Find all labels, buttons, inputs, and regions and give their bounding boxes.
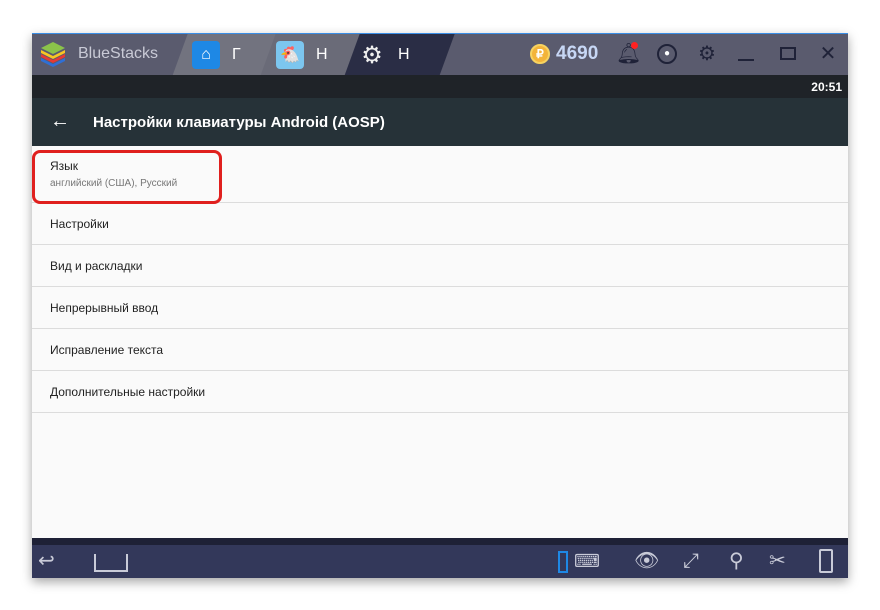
item-title: Настройки (50, 216, 109, 231)
list-item-settings[interactable]: Настройки (32, 203, 848, 245)
home-icon: ⌂ (192, 41, 220, 69)
scissors-icon[interactable]: ✂ (769, 550, 786, 572)
back-arrow-icon[interactable]: ← (50, 110, 70, 133)
tab-settings[interactable]: ⚙ Н (358, 34, 410, 76)
list-item-appearance[interactable]: Вид и раскладки (32, 245, 848, 287)
list-item-advanced[interactable]: Дополнительные настройки (32, 371, 848, 413)
location-icon[interactable]: ⚲ (729, 550, 744, 572)
back-icon[interactable]: ↩ (38, 550, 55, 572)
divider (32, 538, 848, 545)
tab-game[interactable]: 🐔 Н (276, 34, 328, 76)
app-bar: ← Настройки клавиатуры Android (AOSP) (32, 98, 848, 146)
minimize-icon[interactable] (735, 43, 757, 65)
rotate-device-icon[interactable] (819, 549, 833, 573)
settings-gear-icon: ⚙ (361, 41, 383, 69)
eye-icon[interactable]: 👁︎ (634, 550, 659, 572)
android-status-bar: 20:51 (32, 75, 848, 98)
item-title: Исправление текста (50, 342, 164, 357)
highlight-box (32, 150, 222, 204)
keyboard-icon[interactable]: ⌨ (574, 550, 600, 572)
item-title: Дополнительные настройки (50, 384, 206, 399)
maximize-icon[interactable] (778, 43, 800, 65)
keyboard-toggle-icon[interactable] (558, 551, 568, 573)
bluestacks-window: BlueStacks ⌂ Г 🐔 Н ⚙ Н ₽ 4690 🔔︎ ● ⚙ ✕ 2… (32, 33, 848, 578)
bottom-nav-bar: ↩ ⌨ 👁︎ ⤢ ⚲ ✂ (32, 545, 848, 578)
bell-icon[interactable]: 🔔︎ (616, 42, 641, 65)
gear-icon[interactable]: ⚙ (696, 43, 718, 65)
close-icon[interactable]: ✕ (817, 43, 839, 65)
list-item-gesture-typing[interactable]: Непрерывный ввод (32, 287, 848, 329)
list-item-text-correction[interactable]: Исправление текста (32, 329, 848, 371)
home-icon[interactable] (94, 554, 128, 572)
fullscreen-icon[interactable]: ⤢ (683, 550, 699, 572)
tab-label: Н (316, 46, 328, 63)
bluestacks-logo-icon (41, 42, 65, 67)
clock: 20:51 (811, 80, 842, 94)
tab-label: Н (398, 46, 410, 63)
chicken-game-icon: 🐔 (276, 41, 304, 69)
coins-display[interactable]: ₽ 4690 (530, 43, 598, 65)
coin-icon: ₽ (530, 44, 550, 64)
item-title: Вид и раскладки (50, 258, 143, 273)
app-brand: BlueStacks (78, 45, 159, 62)
tab-label: Г (232, 46, 241, 63)
title-bar: BlueStacks ⌂ Г 🐔 Н ⚙ Н ₽ 4690 🔔︎ ● ⚙ ✕ (32, 33, 848, 76)
tab-home[interactable]: ⌂ Г (192, 34, 241, 76)
item-title: Непрерывный ввод (50, 300, 159, 315)
page-title: Настройки клавиатуры Android (AOSP) (93, 114, 385, 131)
profile-icon[interactable]: ● (657, 44, 677, 64)
coin-count: 4690 (556, 43, 599, 64)
